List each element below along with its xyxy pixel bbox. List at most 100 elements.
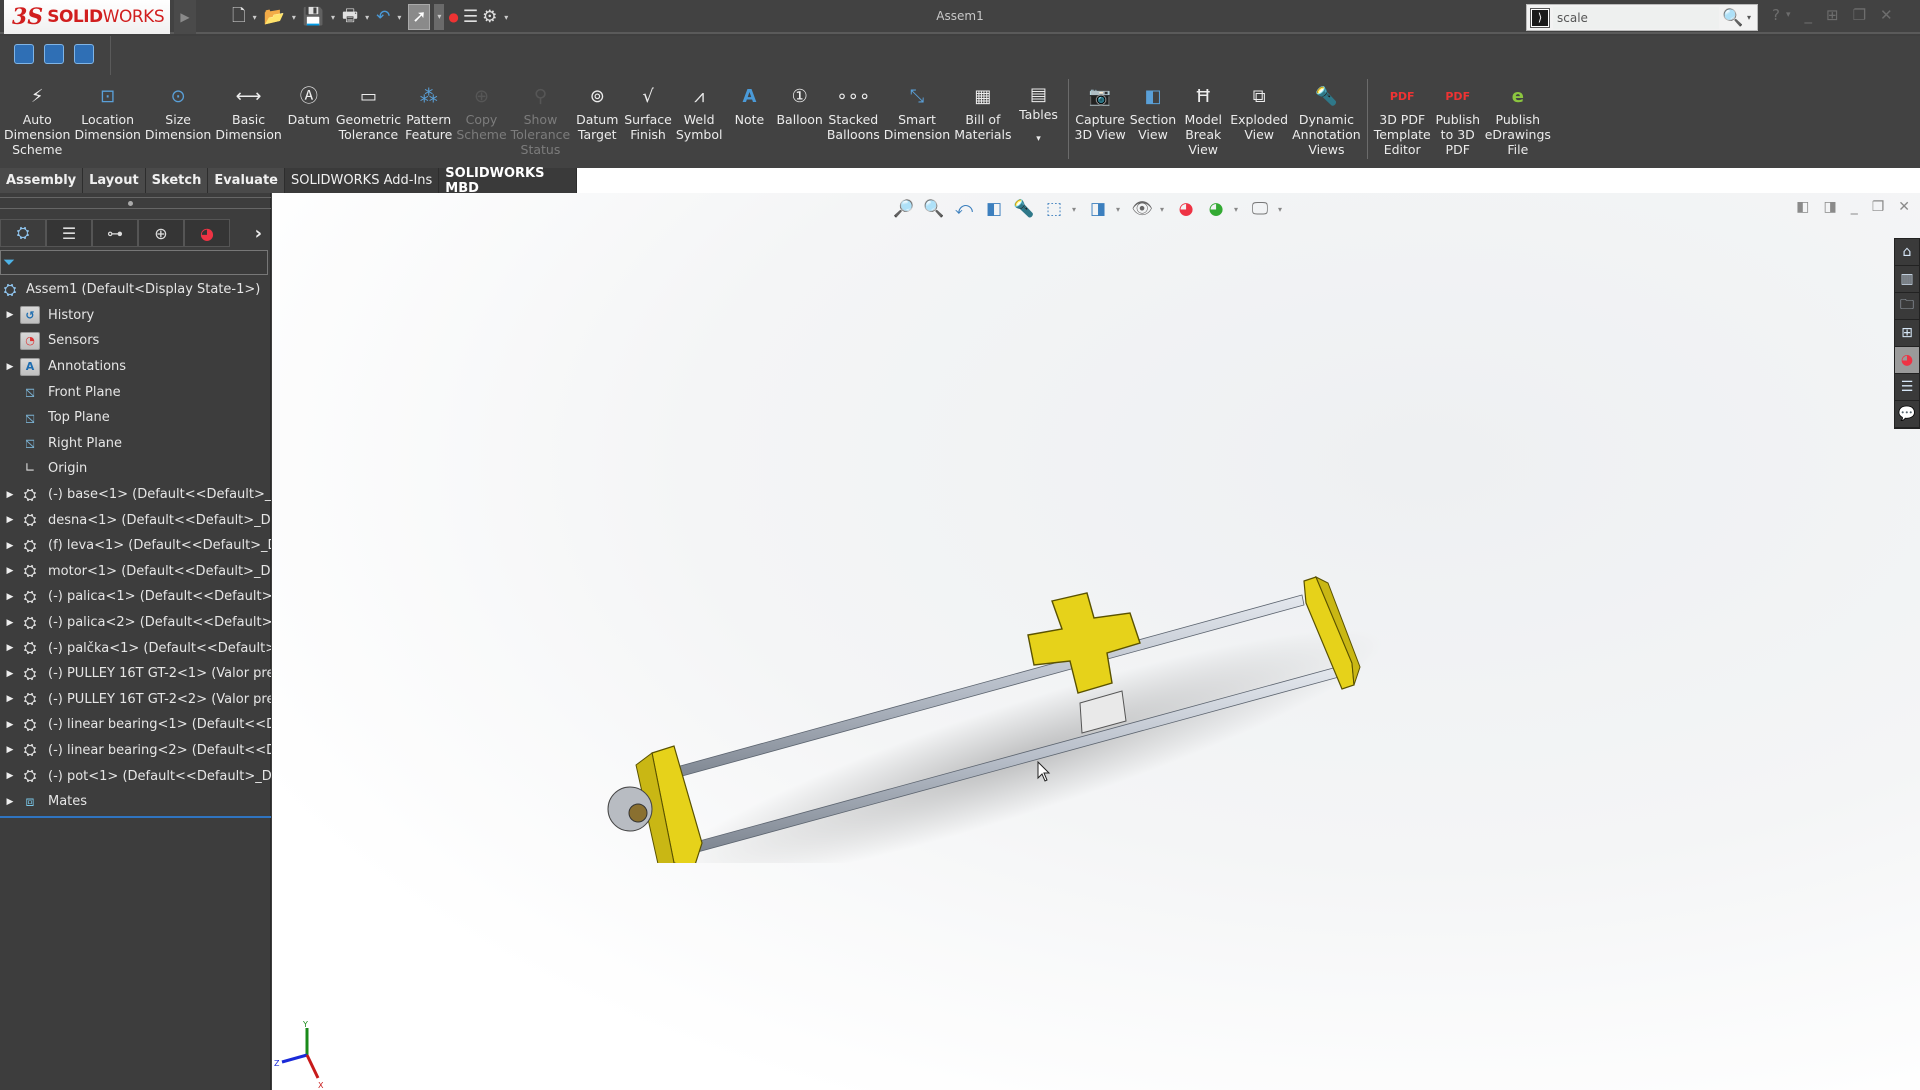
- capture-3d-view-button[interactable]: 📷 Capture 3D View: [1073, 75, 1128, 142]
- rollback-bar[interactable]: [0, 816, 271, 819]
- stacked-balloons-button[interactable]: ∘∘∘ Stacked Balloons: [825, 75, 882, 142]
- basic-dimension-button[interactable]: ⟷ Basic Dimension: [213, 75, 283, 142]
- solidworks-logo[interactable]: 3S SOLIDWORKS: [4, 0, 170, 34]
- minimize-icon[interactable]: _: [1851, 199, 1858, 215]
- balloon-button[interactable]: ① Balloon: [774, 75, 824, 127]
- custom-properties-icon[interactable]: ☰: [1895, 374, 1919, 401]
- restore-icon[interactable]: ❐: [1853, 6, 1866, 24]
- model-break-view-button[interactable]: Ħ Model Break View: [1178, 75, 1228, 157]
- dynamic-annotation-views-button[interactable]: 🔦 Dynamic Annotation Views: [1290, 75, 1363, 157]
- help-icon[interactable]: ?: [1772, 6, 1780, 24]
- expand-arrow-icon[interactable]: ▶: [0, 797, 20, 807]
- zoom-to-area-icon[interactable]: 🔍: [922, 197, 946, 221]
- dimxpert-manager-icon[interactable]: ⊕: [138, 219, 184, 247]
- expand-arrow-icon[interactable]: ▶: [0, 310, 20, 320]
- tree-item-part[interactable]: ▶⛭(-) linear bearing<1> (Default<<Defa: [0, 712, 271, 738]
- previous-view-icon[interactable]: ⤺: [952, 197, 976, 221]
- help-dropdown-icon[interactable]: ▾: [1786, 10, 1791, 20]
- pattern-feature-button[interactable]: ⁂ Pattern Feature: [403, 75, 454, 142]
- display-manager-icon[interactable]: ◕: [184, 219, 230, 247]
- apply-scene-icon[interactable]: ◕: [1204, 197, 1228, 221]
- print-icon[interactable]: 🖶: [342, 4, 358, 30]
- tree-item-part[interactable]: ▶ ⛭ motor<1> (Default<<Default>_Disp: [0, 559, 271, 585]
- tab-assembly[interactable]: Assembly: [0, 168, 84, 193]
- tree-item-part[interactable]: ▶ ⛭ (-) palčka<1> (Default<<Default>_D: [0, 635, 271, 661]
- hide-show-items-icon[interactable]: 👁: [1130, 197, 1154, 221]
- graphics-viewport[interactable]: 🔎 🔍 ⤺ ◧ 🔦 ⬚ ▾ ◨ ▾ 👁 ▾ ◕ ◕ ▾ 🖵 ▾ ◧ ◨ _ ❐ ✕ ⌂ ▥…: [272, 193, 1920, 1090]
- view-orientation-dropdown[interactable]: ▾: [1072, 205, 1080, 214]
- zoom-to-fit-icon[interactable]: 🔎: [892, 197, 916, 221]
- rebuild-icon[interactable]: [14, 44, 34, 64]
- display-style-dropdown[interactable]: ▾: [1116, 205, 1124, 214]
- copy-scheme-button[interactable]: ⊕ Copy Scheme: [454, 75, 508, 142]
- tree-item-annotations[interactable]: ▶ A Annotations: [0, 354, 271, 380]
- weld-symbol-button[interactable]: ⩘ Weld Symbol: [674, 75, 725, 142]
- tab-layout[interactable]: Layout: [83, 168, 146, 193]
- hide-show-dropdown[interactable]: ▾: [1160, 205, 1168, 214]
- search-input[interactable]: [1553, 6, 1719, 29]
- tree-item-part[interactable]: ▶ ⛭ (-) PULLEY 16T GT-2<1> (Valor pred: [0, 661, 271, 687]
- smart-dimension-button[interactable]: ⤡ Smart Dimension: [882, 75, 952, 142]
- open-file-icon[interactable]: [74, 44, 94, 64]
- expand-arrow-icon[interactable]: ▶: [0, 362, 20, 372]
- tables-button[interactable]: ▤ Tables ▾: [1014, 75, 1064, 147]
- tree-item-part[interactable]: ▶ ⛭ desna<1> (Default<<Default>_Displ: [0, 507, 271, 533]
- property-manager-icon[interactable]: ☰: [46, 219, 92, 247]
- file-properties-icon[interactable]: ☰: [463, 4, 478, 30]
- configuration-manager-icon[interactable]: ⊶: [92, 219, 138, 247]
- note-button[interactable]: A Note: [724, 75, 774, 127]
- search-dropdown-icon[interactable]: ▾: [1747, 13, 1757, 22]
- tree-item-sensors[interactable]: ◔ Sensors: [0, 328, 271, 354]
- view-orientation-icon[interactable]: ⬚: [1042, 197, 1066, 221]
- edit-appearance-icon[interactable]: ◕: [1174, 197, 1198, 221]
- appearances-icon[interactable]: ◕: [1895, 347, 1919, 374]
- tree-item-part[interactable]: ▶ ⛭ (-) base<1> (Default<<Default>_Dis: [0, 482, 271, 508]
- select-pointer-icon[interactable]: ➚: [408, 4, 431, 30]
- save-dropdown[interactable]: ▾: [328, 13, 338, 22]
- restore-icon[interactable]: ❐: [1872, 199, 1885, 215]
- tables-dropdown-icon[interactable]: ▾: [1036, 132, 1041, 147]
- auto-dimension-scheme-button[interactable]: ⚡ Auto Dimension Scheme: [2, 75, 72, 157]
- size-dimension-button[interactable]: ⊙ Size Dimension: [143, 75, 213, 142]
- design-library-icon[interactable]: ▥: [1895, 266, 1919, 293]
- expand-arrow-icon[interactable]: ▶: [0, 745, 20, 755]
- surface-finish-button[interactable]: √ Surface Finish: [622, 75, 674, 142]
- open-dropdown[interactable]: ▾: [289, 13, 299, 22]
- tree-item-top-plane[interactable]: ⧅ Top Plane: [0, 405, 271, 431]
- tab-sketch[interactable]: Sketch: [145, 168, 209, 193]
- undo-icon[interactable]: ↶: [376, 4, 390, 30]
- expand-arrow-icon[interactable]: ▶: [0, 490, 20, 500]
- options-dropdown[interactable]: ▾: [501, 13, 511, 22]
- tree-item-right-plane[interactable]: ⧅ Right Plane: [0, 431, 271, 457]
- tree-root-assembly[interactable]: ⛭ Assem1 (Default<Display State-1>): [0, 277, 271, 303]
- apply-scene-dropdown[interactable]: ▾: [1234, 205, 1242, 214]
- tree-item-part[interactable]: ▶ ⛭ (-) pot<1> (Default<<Default>_Disp: [0, 763, 271, 789]
- expand-arrow-icon[interactable]: ▶: [0, 618, 20, 628]
- tree-item-part[interactable]: ▶ ⛭ (-) PULLEY 16T GT-2<2> (Valor pred: [0, 687, 271, 713]
- tree-item-part[interactable]: ▶ ⛭ (-) palica<2> (Default<<Default>_Di: [0, 610, 271, 636]
- show-tolerance-status-button[interactable]: ⚲ Show Tolerance Status: [509, 75, 573, 157]
- expand-arrow-icon[interactable]: ▶: [0, 669, 20, 679]
- tree-filter-field[interactable]: ⏷: [0, 250, 268, 275]
- tree-item-part[interactable]: ▶ ⛭ (-) palica<1> (Default<<Default>_Di: [0, 584, 271, 610]
- geometric-tolerance-button[interactable]: ▭ Geometric Tolerance: [334, 75, 403, 142]
- split-left-icon[interactable]: ◧: [1796, 199, 1809, 215]
- panel-resize-grip[interactable]: [0, 197, 271, 209]
- minimize-icon[interactable]: _: [1805, 6, 1813, 24]
- tree-item-part[interactable]: ▶⛭(f) leva<1> (Default<<Default>_Disp: [0, 533, 271, 559]
- section-view-button[interactable]: ◧ Section View: [1128, 75, 1178, 142]
- view-settings-dropdown[interactable]: ▾: [1278, 205, 1286, 214]
- menu-flyout-button[interactable]: ▶: [174, 0, 196, 34]
- location-dimension-button[interactable]: ⊡ Location Dimension: [72, 75, 142, 142]
- rebuild-traffic-light-icon[interactable]: ●: [448, 4, 458, 30]
- bill-of-materials-button[interactable]: ▦ Bill of Materials: [952, 75, 1013, 142]
- tree-item-origin[interactable]: ∟ Origin: [0, 456, 271, 482]
- expand-arrow-icon[interactable]: ▶: [0, 694, 20, 704]
- select-dropdown[interactable]: ▾: [434, 4, 445, 30]
- forum-icon[interactable]: 💬: [1895, 401, 1919, 428]
- tree-item-history[interactable]: ▶ ↺ History: [0, 303, 271, 329]
- expand-arrow-icon[interactable]: ▶: [0, 515, 20, 525]
- 3d-pdf-template-editor-button[interactable]: PDF 3D PDF Template Editor: [1372, 75, 1433, 158]
- publish-edrawings-button[interactable]: e Publish eDrawings File: [1483, 75, 1553, 157]
- datum-target-button[interactable]: ⊚ Datum Target: [572, 75, 622, 142]
